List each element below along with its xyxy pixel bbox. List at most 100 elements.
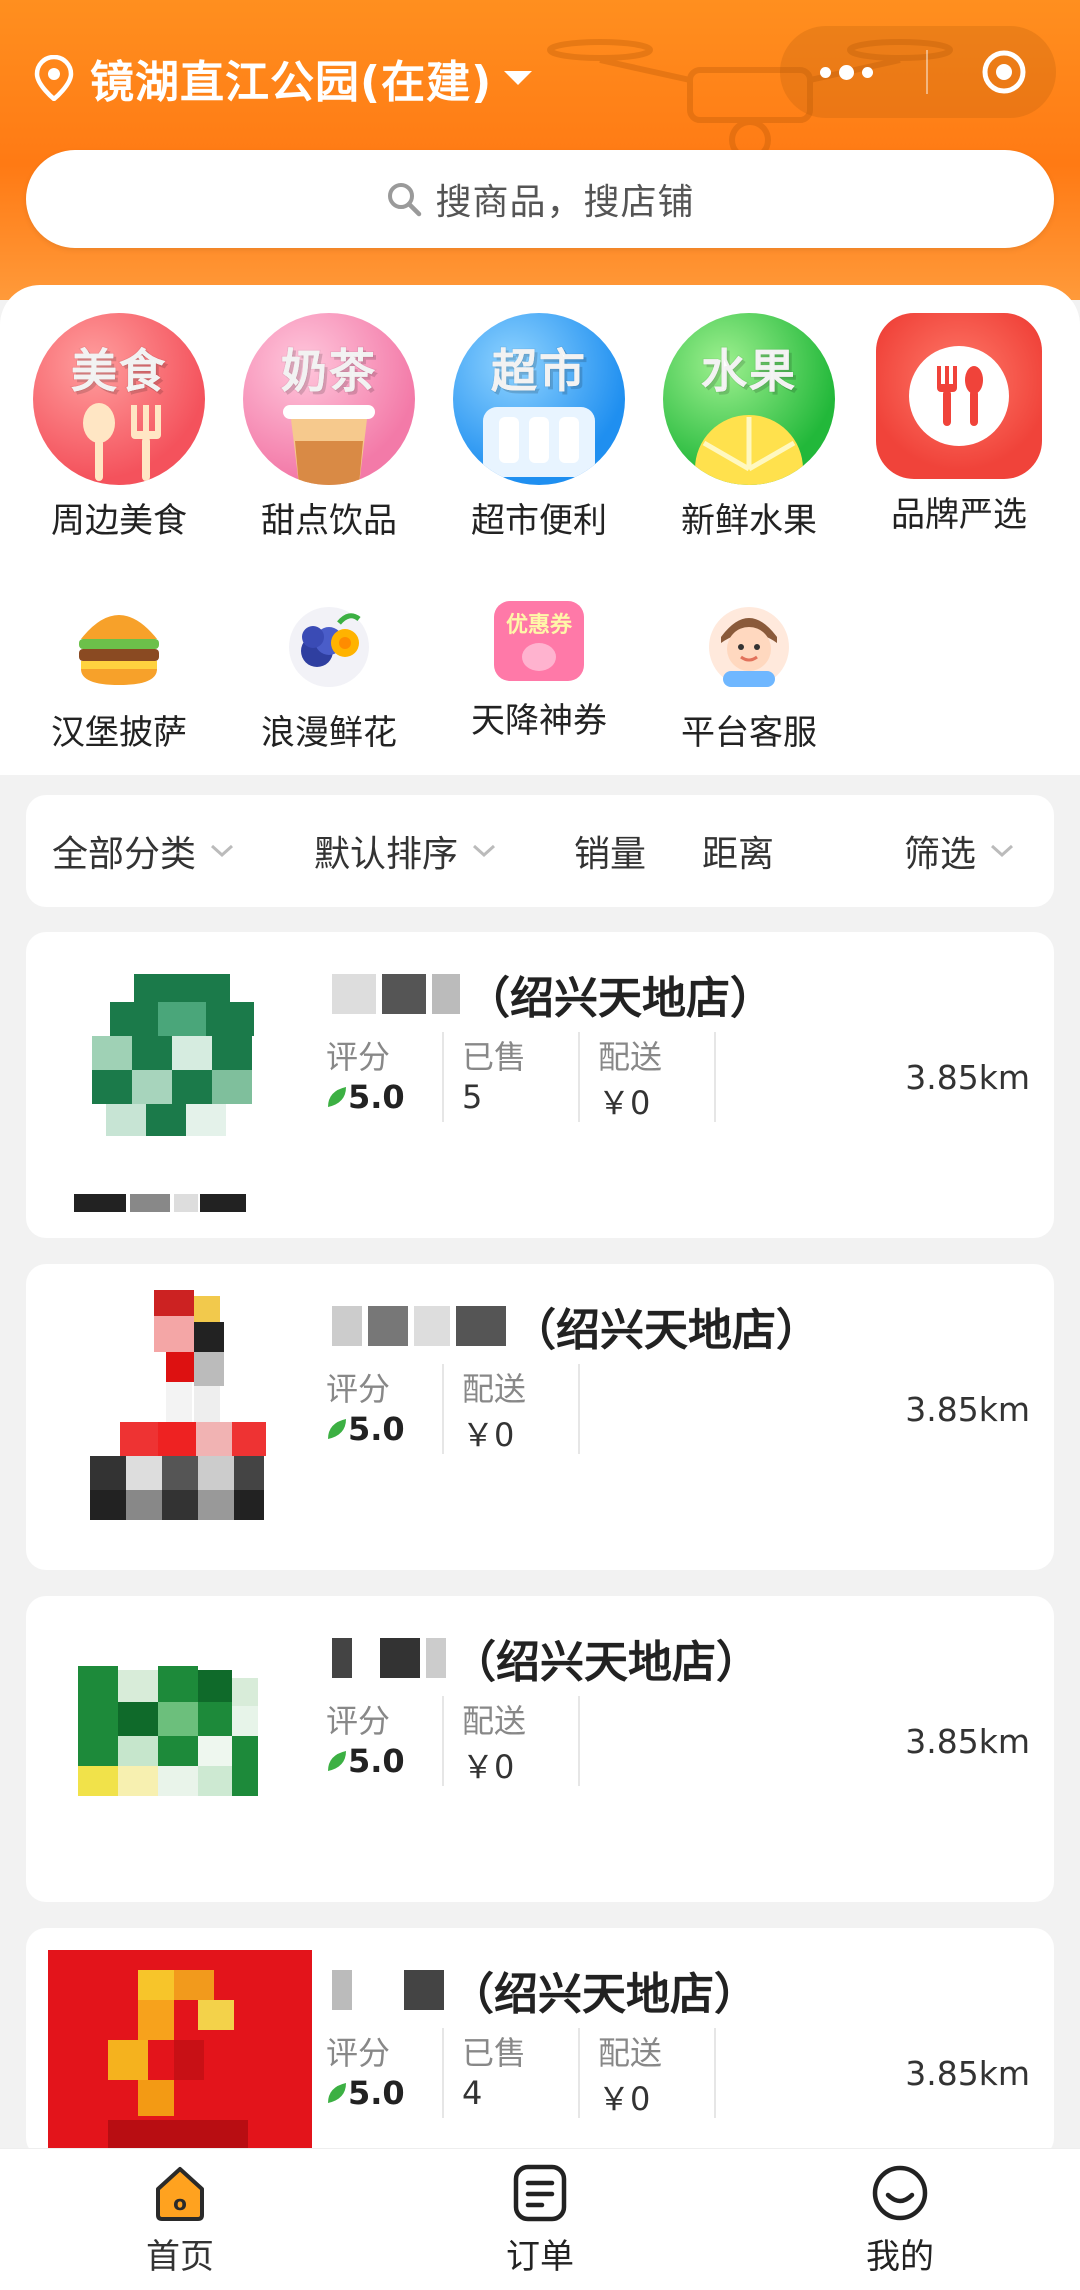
store-card[interactable]: （绍兴天地店） 评分 5.0 已售 4 配送 ￥0 3.85km [26, 1928, 1054, 2158]
location-text: 镜湖直江公园(在建) [90, 57, 493, 108]
location-pin-icon [34, 55, 74, 101]
stat-divider [714, 2028, 716, 2118]
leaf-icon [328, 1751, 346, 1771]
category-label: 周边美食 [51, 501, 187, 541]
store-logo [70, 1286, 310, 1548]
category-brand[interactable]: 品牌严选 [854, 313, 1064, 536]
store-stats: 评分 5.0 配送 ￥0 [326, 1364, 598, 1464]
search-bar[interactable]: 搜商品，搜店铺 [26, 150, 1054, 248]
tab-orders[interactable]: 订单 [460, 2163, 620, 2278]
fruit-icon: 水果 [663, 313, 835, 485]
location-selector[interactable]: 镜湖直江公园(在建) [34, 48, 533, 108]
store-branch: （绍兴天地店） [512, 1305, 820, 1356]
category-label: 品牌严选 [891, 495, 1027, 535]
delivery-stat: 配送 ￥0 [462, 1364, 578, 1464]
profile-icon [872, 2165, 928, 2221]
milk-tea-icon: 奶茶 [243, 313, 415, 485]
category-customer-service[interactable]: 平台客服 [644, 593, 854, 754]
store-name: （绍兴天地店） [332, 1294, 820, 1358]
stat-divider [442, 1032, 444, 1122]
store-name: （绍兴天地店） [332, 1626, 760, 1690]
home-icon: o [156, 2167, 204, 2221]
stat-divider [714, 1032, 716, 1122]
filter-distance[interactable]: 距离 [702, 825, 774, 877]
chevron-down-icon [473, 844, 496, 858]
rating-label: 评分 [326, 1038, 391, 1076]
chevron-down-icon [211, 844, 234, 858]
food-icon: 美食 [33, 313, 205, 485]
category-flowers[interactable]: 浪漫鲜花 [224, 593, 434, 754]
store-logo [48, 1950, 312, 2158]
rating-value-wrap: 5.0 [326, 1742, 442, 1780]
rating-value-wrap: 5.0 [326, 1410, 442, 1448]
category-food[interactable]: 美食 周边美食 [14, 313, 224, 542]
store-logo [70, 954, 310, 1216]
category-coupons[interactable]: 优惠券 天降神券 [434, 593, 644, 742]
stat-divider [578, 1032, 580, 1122]
category-dessert-drinks[interactable]: 奶茶 甜点饮品 [224, 313, 434, 542]
tab-label: 订单 [506, 2237, 574, 2277]
sold-stat: 已售 4 [462, 2028, 578, 2128]
category-label: 汉堡披萨 [51, 713, 187, 753]
store-distance: 3.85km [905, 1390, 1030, 1429]
category-panel: 美食 周边美食 奶茶 甜点饮品 超市 超市便利 水果 新鲜水果 品牌严选 汉堡披… [0, 285, 1080, 775]
rating-stat: 评分 5.0 [326, 1032, 442, 1132]
store-branch: （绍兴天地店） [450, 1969, 758, 2020]
rating-value-wrap: 5.0 [326, 2074, 442, 2112]
category-supermarket[interactable]: 超市 超市便利 [434, 313, 644, 542]
leaf-icon [328, 1419, 346, 1439]
filter-label: 筛选 [904, 834, 977, 875]
rating-value: 5.0 [348, 1410, 405, 1448]
store-branch: （绍兴天地店） [466, 973, 774, 1024]
search-icon [388, 183, 422, 217]
filter-screen[interactable]: 筛选 [904, 825, 1014, 877]
category-burger-pizza[interactable]: 汉堡披萨 [14, 593, 224, 754]
delivery-value: ￥0 [598, 2080, 651, 2118]
more-icon[interactable] [820, 64, 873, 80]
rating-value: 5.0 [348, 1078, 405, 1116]
store-stats: 评分 5.0 已售 5 配送 ￥0 [326, 1032, 734, 1132]
delivery-label: 配送 [598, 2034, 663, 2072]
rating-value: 5.0 [348, 2074, 405, 2112]
store-card[interactable]: （绍兴天地店） 评分 5.0 已售 5 配送 ￥0 3.85km [26, 932, 1054, 1238]
store-card[interactable]: （绍兴天地店） 评分 5.0 配送 ￥0 3.85km [26, 1264, 1054, 1570]
store-logo [70, 1618, 310, 1880]
store-card[interactable]: （绍兴天地店） 评分 5.0 配送 ￥0 3.85km [26, 1596, 1054, 1902]
stat-divider [442, 1696, 444, 1786]
stat-divider [442, 2028, 444, 2118]
tab-home[interactable]: o 首页 [100, 2163, 260, 2278]
rating-stat: 评分 5.0 [326, 1364, 442, 1464]
store-stats: 评分 5.0 配送 ￥0 [326, 1696, 598, 1796]
svg-text:o: o [173, 2191, 187, 2215]
bottom-tab-bar: o 首页 订单 我的 [0, 2148, 1080, 2290]
category-label: 天降神券 [471, 701, 607, 741]
category-fruit[interactable]: 水果 新鲜水果 [644, 313, 854, 542]
fork-spoon-icon [876, 313, 1042, 479]
category-label: 超市便利 [471, 501, 607, 541]
header: 镜湖直江公园(在建) 搜商品，搜店铺 [0, 0, 1080, 300]
order-icon [513, 2164, 567, 2222]
delivery-value: ￥0 [462, 1416, 515, 1454]
rating-stat: 评分 5.0 [326, 1696, 442, 1796]
store-distance: 3.85km [905, 1058, 1030, 1097]
store-name: （绍兴天地店） [332, 1958, 758, 2022]
rating-label: 评分 [326, 1370, 391, 1408]
rating-value: 5.0 [348, 1742, 405, 1780]
stat-divider [578, 2028, 580, 2118]
tab-profile[interactable]: 我的 [820, 2163, 980, 2278]
delivery-stat: 配送 ￥0 [462, 1696, 578, 1796]
flower-icon [289, 607, 369, 687]
filter-bar: 全部分类 默认排序 销量 距离 筛选 [26, 795, 1054, 907]
filter-default-sort[interactable]: 默认排序 [314, 825, 496, 877]
filter-all-categories[interactable]: 全部分类 [52, 825, 234, 877]
supermarket-icon: 超市 [453, 313, 625, 485]
store-branch: （绍兴天地店） [452, 1637, 760, 1688]
chevron-down-icon [991, 844, 1014, 858]
filter-label: 全部分类 [52, 834, 197, 875]
delivery-value: ￥0 [462, 1748, 515, 1786]
coupon-icon: 优惠券 [494, 601, 584, 681]
filter-sales[interactable]: 销量 [574, 825, 646, 877]
delivery-label: 配送 [462, 1702, 527, 1740]
category-label: 新鲜水果 [681, 501, 817, 541]
close-target-icon[interactable] [980, 48, 1028, 96]
